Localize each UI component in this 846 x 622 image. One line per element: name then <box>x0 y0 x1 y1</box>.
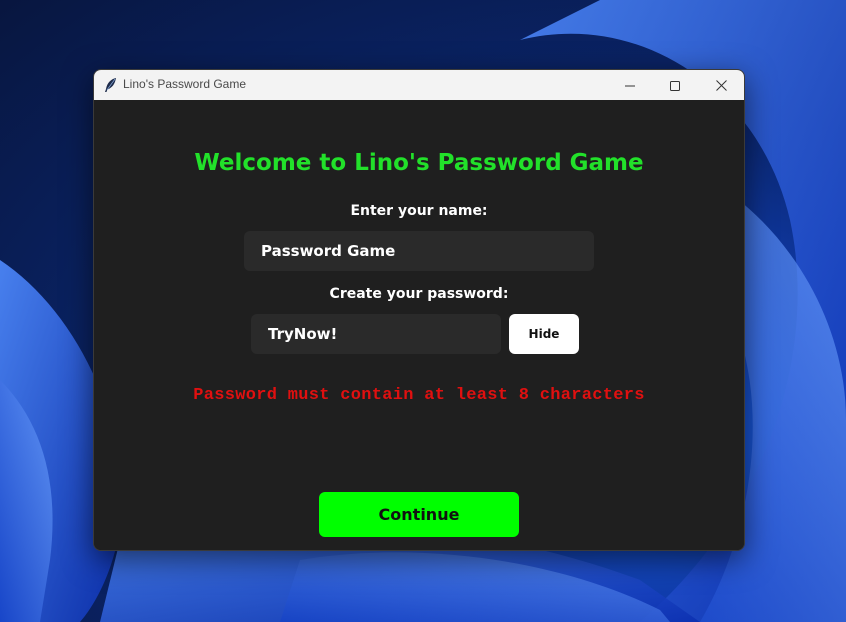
password-error-message: Password must contain at least 8 charact… <box>193 386 645 405</box>
maximize-button[interactable] <box>652 70 698 100</box>
name-input-value: Password Game <box>261 242 396 260</box>
password-input[interactable]: TryNow! <box>251 314 501 354</box>
hide-password-button[interactable]: Hide <box>509 314 579 354</box>
page-title: Welcome to Lino's Password Game <box>194 150 644 176</box>
name-input[interactable]: Password Game <box>244 231 594 271</box>
continue-button[interactable]: Continue <box>319 492 519 537</box>
password-label: Create your password: <box>329 286 509 302</box>
title-bar[interactable]: Lino's Password Game <box>94 70 744 100</box>
window-title: Lino's Password Game <box>123 77 247 91</box>
app-window: Lino's Password Game Welcome to Lino's P… <box>93 69 745 551</box>
close-icon <box>715 76 727 95</box>
window-content: Welcome to Lino's Password Game Enter yo… <box>94 100 744 550</box>
password-input-value: TryNow! <box>268 325 338 343</box>
close-button[interactable] <box>698 70 744 100</box>
minimize-button[interactable] <box>607 70 653 100</box>
desktop-background: Lino's Password Game Welcome to Lino's P… <box>0 0 846 622</box>
feather-icon <box>104 77 118 93</box>
maximize-icon <box>670 76 680 95</box>
minimize-icon <box>625 76 635 95</box>
name-label: Enter your name: <box>350 203 488 219</box>
